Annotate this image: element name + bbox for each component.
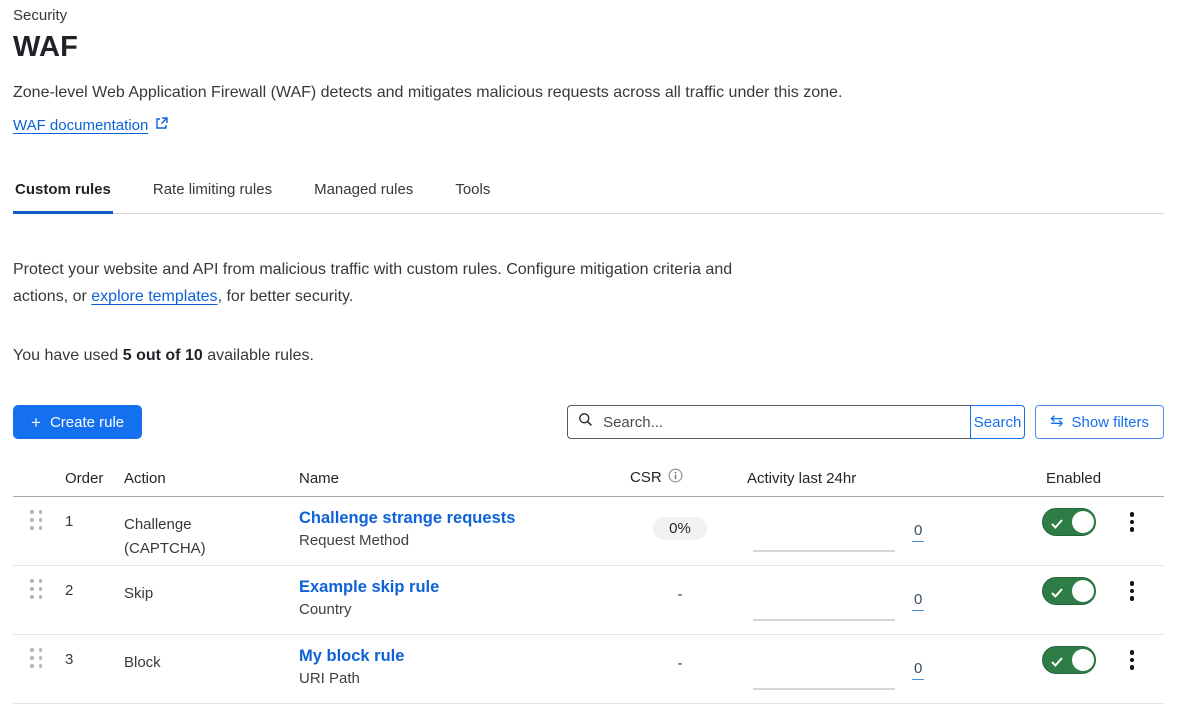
usage-suffix: available rules. [203, 347, 314, 364]
create-rule-label: Create rule [50, 414, 124, 431]
toggle-knob [1072, 580, 1094, 602]
activity-sparkline [753, 688, 895, 690]
enabled-toggle[interactable] [1042, 577, 1096, 605]
tab-custom-rules[interactable]: Custom rules [13, 171, 113, 214]
explore-templates-link[interactable]: explore templates [91, 288, 217, 305]
rule-row-3: 3 Block My block rule URI Path - 0 [13, 635, 1164, 704]
column-header-name: Name [299, 470, 630, 487]
rule-order: 3 [65, 635, 124, 703]
column-header-enabled: Enabled [1035, 470, 1110, 487]
kebab-menu-icon[interactable] [1126, 510, 1138, 534]
breadcrumb: Security [13, 0, 1164, 24]
external-link-icon [155, 117, 168, 134]
toggle-knob [1072, 649, 1094, 671]
create-rule-button[interactable]: + Create rule [13, 405, 142, 439]
rule-order: 1 [65, 497, 124, 565]
csr-value-badge: 0% [653, 517, 707, 540]
activity-sparkline [753, 550, 895, 552]
usage-prefix: You have used [13, 347, 123, 364]
search-box [567, 405, 971, 439]
waf-page: Security WAF Zone-level Web Application … [0, 0, 1177, 707]
kebab-menu-icon[interactable] [1126, 579, 1138, 603]
rule-field: Request Method [299, 532, 630, 549]
usage-count: 5 out of 10 [123, 347, 203, 364]
search-group: Search [567, 405, 1025, 439]
csr-value: - [630, 635, 730, 703]
csr-value: - [630, 566, 730, 634]
column-header-order: Order [65, 470, 124, 487]
activity-count-link[interactable]: 0 [912, 522, 924, 542]
custom-rules-intro: Protect your website and API from malici… [13, 256, 758, 310]
tab-managed-rules[interactable]: Managed rules [312, 171, 415, 214]
rule-action: Block [124, 635, 234, 703]
column-header-csr: CSR [630, 468, 683, 487]
tab-tools[interactable]: Tools [453, 171, 492, 214]
rule-field: Country [299, 601, 630, 618]
checkmark-icon [1051, 585, 1063, 602]
column-header-action: Action [124, 470, 299, 487]
kebab-menu-icon[interactable] [1126, 648, 1138, 672]
page-title: WAF [13, 30, 1164, 64]
toggle-knob [1072, 511, 1094, 533]
csr-header-label: CSR [630, 469, 662, 486]
waf-documentation-link-label: WAF documentation [13, 117, 148, 134]
activity-count-link[interactable]: 0 [912, 660, 924, 680]
swap-arrows-icon: ⇆ [1050, 414, 1063, 430]
rule-name-link[interactable]: Challenge strange requests [299, 509, 515, 528]
checkmark-icon [1051, 654, 1063, 671]
checkmark-icon [1051, 516, 1063, 533]
tab-rate-limiting-rules[interactable]: Rate limiting rules [151, 171, 274, 214]
table-header-row: Order Action Name CSR Activity last 24hr… [13, 462, 1164, 497]
custom-rules-table: Order Action Name CSR Activity last 24hr… [13, 462, 1164, 704]
rule-row-2: 2 Skip Example skip rule Country - 0 [13, 566, 1164, 635]
show-filters-button[interactable]: ⇆ Show filters [1035, 405, 1164, 439]
search-input[interactable] [601, 413, 960, 432]
rule-row-1: 1 Challenge (CAPTCHA) Challenge strange … [13, 497, 1164, 566]
drag-handle-icon[interactable] [30, 510, 43, 530]
show-filters-label: Show filters [1071, 414, 1149, 431]
page-description: Zone-level Web Application Firewall (WAF… [13, 82, 1164, 104]
activity-sparkline [753, 619, 895, 621]
enabled-toggle[interactable] [1042, 646, 1096, 674]
magnifier-icon [578, 412, 593, 432]
rule-field: URI Path [299, 670, 630, 687]
plus-icon: + [31, 414, 41, 431]
search-button[interactable]: Search [970, 405, 1025, 439]
activity-count-link[interactable]: 0 [912, 591, 924, 611]
rule-action: Skip [124, 566, 234, 634]
drag-handle-icon[interactable] [30, 648, 43, 668]
enabled-toggle[interactable] [1042, 508, 1096, 536]
rule-name-link[interactable]: My block rule [299, 647, 404, 666]
waf-documentation-link[interactable]: WAF documentation [13, 117, 168, 134]
waf-tabs: Custom rules Rate limiting rules Managed… [13, 171, 1164, 214]
rules-usage-line: You have used 5 out of 10 available rule… [13, 347, 1164, 365]
rule-order: 2 [65, 566, 124, 634]
rule-name-link[interactable]: Example skip rule [299, 578, 439, 597]
drag-handle-icon[interactable] [30, 579, 43, 599]
column-header-activity: Activity last 24hr [730, 470, 1035, 487]
rules-toolbar: + Create rule Search ⇆ Show filters [13, 404, 1164, 440]
intro-text-after: , for better security. [218, 288, 354, 305]
info-icon[interactable] [668, 468, 683, 487]
rule-action: Challenge (CAPTCHA) [124, 497, 234, 565]
